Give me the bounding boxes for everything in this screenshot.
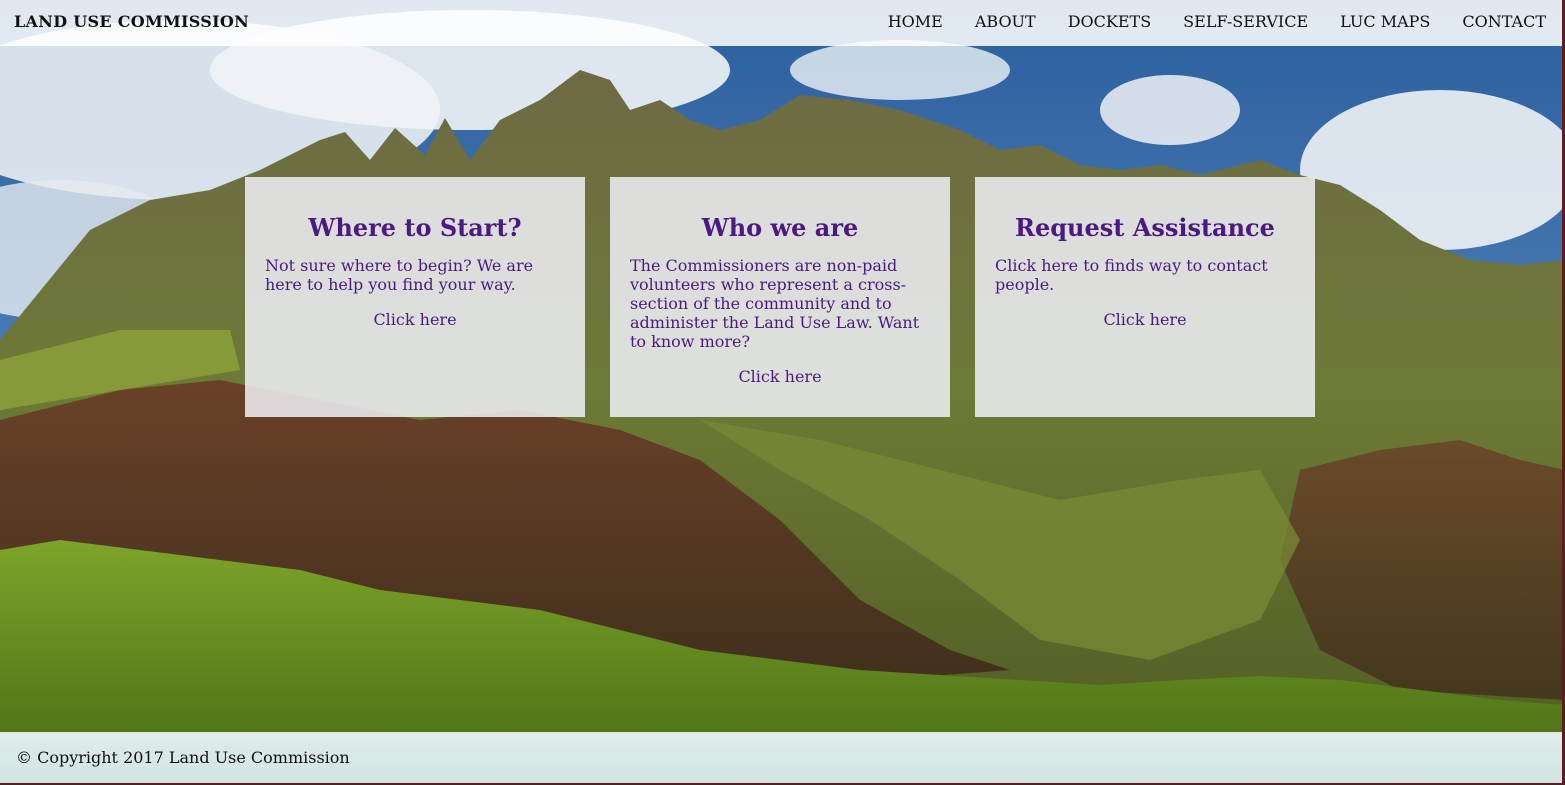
copyright-text: © Copyright 2017 Land Use Commission bbox=[16, 748, 350, 767]
card-title: Request Assistance bbox=[1015, 213, 1275, 242]
card-click-here-link[interactable]: Click here bbox=[995, 310, 1295, 329]
card-title: Where to Start? bbox=[308, 213, 522, 242]
nav-self-service[interactable]: SELF-SERVICE bbox=[1183, 12, 1308, 31]
card-click-here-link[interactable]: Click here bbox=[265, 310, 565, 329]
card-text: Not sure where to begin? We are here to … bbox=[265, 256, 534, 294]
card-title: Who we are bbox=[701, 213, 859, 242]
main-nav: HOME ABOUT DOCKETS SELF-SERVICE LUC MAPS… bbox=[888, 12, 1546, 31]
nav-home[interactable]: HOME bbox=[888, 12, 943, 31]
nav-about[interactable]: ABOUT bbox=[975, 12, 1036, 31]
site-header: LAND USE COMMISSION HOME ABOUT DOCKETS S… bbox=[0, 0, 1565, 46]
page: LAND USE COMMISSION HOME ABOUT DOCKETS S… bbox=[0, 0, 1565, 785]
card-request-assistance: Request Assistance Click here to finds w… bbox=[975, 177, 1315, 417]
card-text: Click here to finds way to contact peopl… bbox=[995, 256, 1268, 294]
nav-luc-maps[interactable]: LUC MAPS bbox=[1340, 12, 1430, 31]
nav-contact[interactable]: CONTACT bbox=[1462, 12, 1546, 31]
card-click-here-link[interactable]: Click here bbox=[630, 367, 930, 386]
card-who-we-are: Who we are The Commissioners are non-pai… bbox=[610, 177, 950, 417]
site-footer: © Copyright 2017 Land Use Commission bbox=[0, 733, 1565, 785]
card-text: The Commissioners are non-paid volunteer… bbox=[630, 256, 920, 351]
site-brand[interactable]: LAND USE COMMISSION bbox=[14, 12, 249, 31]
card-where-to-start: Where to Start? Not sure where to begin?… bbox=[245, 177, 585, 417]
nav-dockets[interactable]: DOCKETS bbox=[1068, 12, 1151, 31]
